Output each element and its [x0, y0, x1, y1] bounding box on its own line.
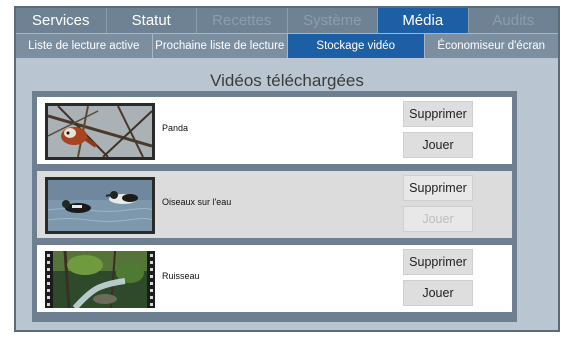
video-title: Ruisseau — [162, 271, 200, 281]
tab-media[interactable]: Média — [378, 8, 469, 33]
page-title: Vidéos téléchargées — [210, 71, 364, 90]
tab-recettes: Recettes — [197, 8, 288, 33]
play-button[interactable]: Jouer — [403, 132, 473, 158]
red-panda-image — [48, 106, 152, 157]
video-row[interactable]: Ruisseau Supprimer Jouer — [37, 245, 512, 312]
tab-audits: Audits — [492, 12, 535, 29]
video-title: Oiseaux sur l'eau — [162, 197, 232, 207]
play-button[interactable]: Jouer — [403, 280, 473, 306]
video-thumbnail — [45, 103, 155, 160]
tab-statut[interactable]: Statut — [107, 8, 197, 33]
subtab-next-playlist[interactable]: Prochaine liste de lecture — [153, 34, 288, 58]
tab-services[interactable]: Services — [16, 8, 107, 33]
subtab-screensaver[interactable]: Économiseur d'écran — [425, 34, 559, 58]
delete-button[interactable]: Supprimer — [403, 249, 473, 275]
video-thumbnail — [45, 177, 155, 234]
play-button: Jouer — [403, 206, 473, 232]
subtab-video-storage[interactable]: Stockage vidéo — [288, 34, 425, 58]
video-row[interactable]: Panda Supprimer Jouer — [37, 97, 512, 164]
ducks-image — [48, 180, 152, 231]
video-thumbnail — [45, 251, 155, 308]
subtab-active-playlist[interactable]: Liste de lecture active — [16, 34, 153, 58]
video-list: Panda Supprimer Jouer Oiseaux sur l'eau … — [32, 91, 517, 322]
delete-button[interactable]: Supprimer — [403, 101, 473, 127]
delete-button[interactable]: Supprimer — [403, 175, 473, 201]
video-row[interactable]: Oiseaux sur l'eau Supprimer Jouer — [37, 171, 512, 238]
video-title: Panda — [162, 123, 189, 133]
tab-systeme: Système — [288, 8, 378, 33]
main-tab-bar: Services Statut Recettes Système Média A… — [16, 8, 558, 33]
sub-tab-bar: Liste de lecture active Prochaine liste … — [16, 33, 558, 58]
forest-stream-image — [45, 251, 155, 308]
